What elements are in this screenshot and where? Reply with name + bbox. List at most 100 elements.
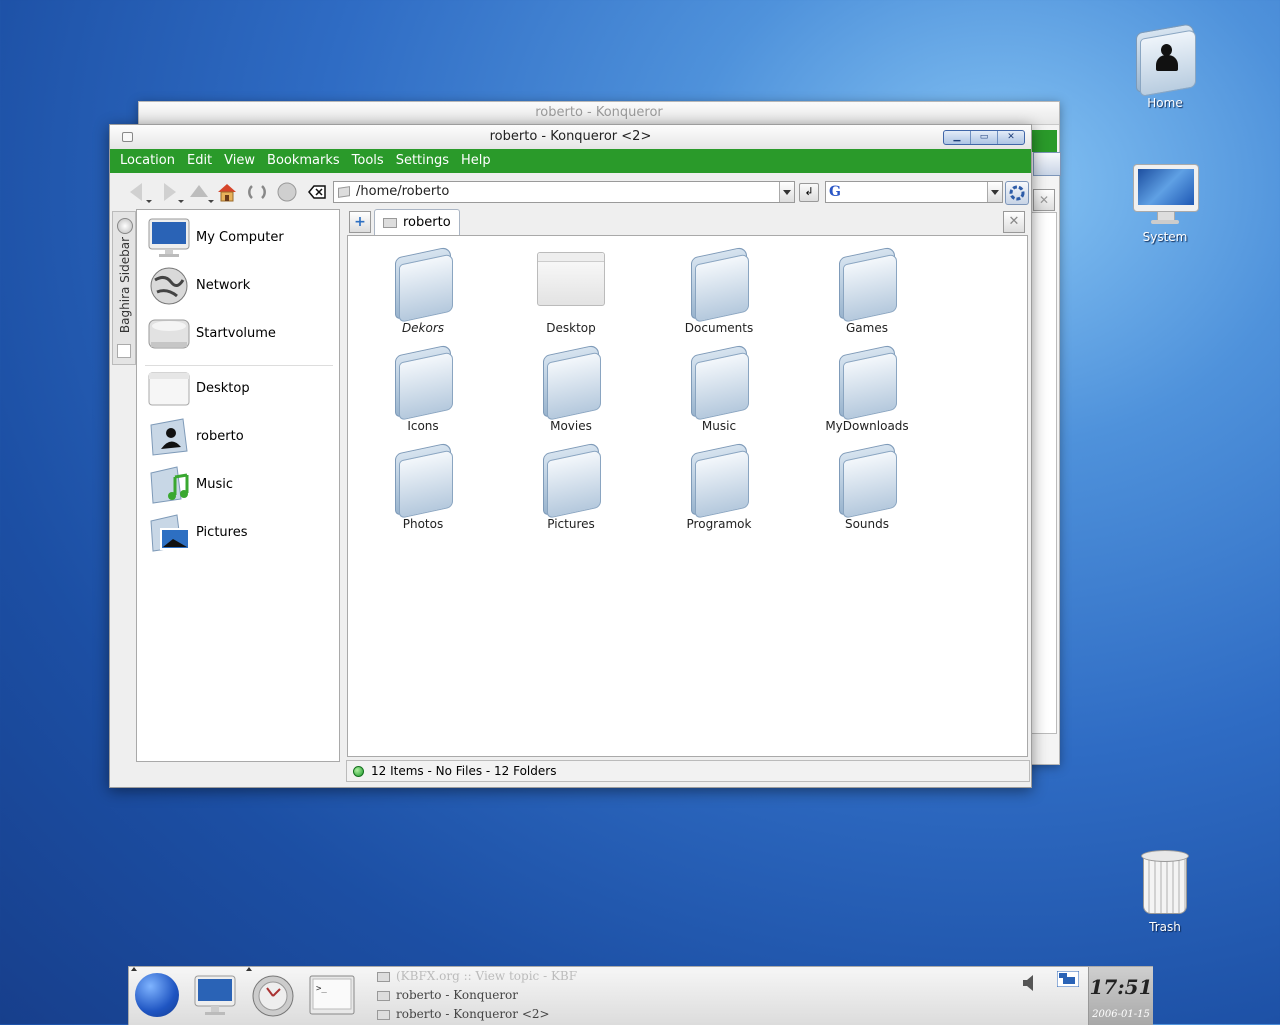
up-button[interactable]: [188, 181, 214, 203]
folder-icon: [539, 344, 603, 421]
window-titlebar[interactable]: roberto - Konqueror <2> ▁ ▭ ✕: [110, 125, 1031, 149]
desktop-window-icon: [147, 369, 191, 409]
computer-icon: [147, 218, 191, 258]
menu-settings[interactable]: Settings: [390, 149, 455, 173]
go-button[interactable]: ↲: [799, 183, 819, 202]
home-button[interactable]: [216, 181, 238, 203]
tab-roberto[interactable]: roberto: [374, 209, 460, 235]
taskbar-arrow-icon: [246, 967, 252, 971]
file-name: Dekors: [401, 321, 445, 335]
window-title: roberto - Konqueror <2>: [489, 129, 652, 144]
sidebar-item-music[interactable]: Music: [145, 463, 335, 507]
taskbar-clock-app-icon[interactable]: [251, 974, 295, 1018]
task-icon: [377, 990, 390, 1001]
sidebar-tab-label: Baghira Sidebar: [118, 236, 132, 334]
file-item[interactable]: Desktop: [511, 242, 631, 336]
sidebar-item-roberto[interactable]: roberto: [145, 415, 335, 459]
sidebar: My Computer Network Startvolume Desktop: [136, 209, 340, 762]
stop-button[interactable]: [276, 181, 298, 203]
folder-icon: [539, 442, 603, 519]
enter-icon: ↲: [804, 185, 814, 198]
file-item[interactable]: Documents: [659, 242, 779, 336]
taskbar-terminal-icon[interactable]: >_: [309, 974, 355, 1018]
status-bar: 12 Items - No Files - 12 Folders: [346, 760, 1030, 782]
task-label: roberto - Konqueror: [396, 988, 519, 1002]
menu-bookmarks[interactable]: Bookmarks: [261, 149, 346, 173]
clock[interactable]: 17:51 2006-01-15: [1088, 967, 1153, 1025]
maximize-icon[interactable]: ▭: [971, 131, 998, 144]
new-tab-icon: +: [354, 214, 366, 230]
taskbar-task[interactable]: roberto - Konqueror <2>: [377, 1007, 550, 1021]
file-name: Icons: [407, 419, 439, 433]
search-engine-icon[interactable]: G: [829, 184, 841, 200]
folder-icon: [391, 246, 455, 323]
reload-button[interactable]: [246, 181, 268, 203]
clock-date: 2006-01-15: [1092, 1009, 1150, 1020]
file-item[interactable]: MyDownloads: [807, 340, 927, 434]
back-button[interactable]: [126, 181, 152, 203]
location-dropdown-button[interactable]: [779, 182, 794, 202]
file-item[interactable]: Pictures: [511, 438, 631, 532]
task-label: (KBFX.org :: View topic - KBF: [396, 969, 578, 983]
content-edge: [1031, 212, 1057, 734]
konqueror-window[interactable]: roberto - Konqueror <2> ▁ ▭ ✕ Location E…: [109, 124, 1032, 788]
desktop-pager-icon[interactable]: [1056, 970, 1080, 988]
menu-location[interactable]: Location: [114, 149, 181, 173]
folder-icon: [835, 246, 899, 323]
sidebar-item-startvolume[interactable]: Startvolume: [145, 312, 335, 356]
taskbar-task[interactable]: (KBFX.org :: View topic - KBF: [377, 969, 577, 983]
file-name: Pictures: [547, 517, 595, 531]
location-page-icon: [338, 186, 350, 198]
sidebar-item-my-computer[interactable]: My Computer: [145, 216, 335, 260]
file-item[interactable]: Sounds: [807, 438, 927, 532]
search-input[interactable]: G: [825, 181, 1003, 203]
menu-help[interactable]: Help: [455, 149, 497, 173]
file-item[interactable]: Games: [807, 242, 927, 336]
tab-bar: + roberto ✕: [347, 209, 1027, 235]
konqueror-throbber[interactable]: [1005, 181, 1029, 205]
file-item[interactable]: Movies: [511, 340, 631, 434]
menu-view[interactable]: View: [218, 149, 261, 173]
file-item[interactable]: Dekors: [363, 242, 483, 336]
close-icon[interactable]: ✕: [998, 131, 1024, 144]
search-dropdown-button[interactable]: [987, 182, 1002, 202]
gear-icon: [1009, 185, 1025, 201]
sidebar-page-icon: [117, 344, 131, 358]
taskbar-task[interactable]: roberto - Konqueror: [377, 988, 518, 1002]
desktop-icon-system[interactable]: System: [1120, 164, 1210, 244]
window-menu-icon[interactable]: [122, 132, 133, 142]
start-menu-button[interactable]: [135, 973, 179, 1017]
sidebar-item-desktop[interactable]: Desktop: [145, 367, 335, 411]
trash-icon: [1141, 850, 1189, 916]
minimize-icon[interactable]: ▁: [944, 131, 971, 144]
clear-location-icon: [308, 185, 326, 199]
folder-icon: [835, 442, 899, 519]
konqueror-icon: [1033, 152, 1061, 176]
file-name: Desktop: [546, 321, 596, 335]
desktop-icon-trash[interactable]: Trash: [1120, 850, 1210, 934]
desktop-icon-label: System: [1142, 230, 1188, 244]
clock-time: 17:51: [1089, 975, 1153, 999]
location-input[interactable]: /home/roberto: [333, 181, 795, 203]
file-item[interactable]: Icons: [363, 340, 483, 434]
file-icon-view[interactable]: Dekors Desktop Documents Games Icons Movies Mu…: [347, 235, 1028, 757]
sidebar-tab[interactable]: Baghira Sidebar: [112, 211, 136, 365]
clear-location-button[interactable]: [306, 181, 328, 203]
task-label: roberto - Konqueror <2>: [396, 1007, 550, 1021]
file-name: Movies: [550, 419, 592, 433]
sidebar-item-network[interactable]: Network: [145, 264, 335, 308]
desktop-icon-home[interactable]: Home: [1120, 22, 1210, 110]
menu-edit[interactable]: Edit: [181, 149, 218, 173]
file-item[interactable]: Photos: [363, 438, 483, 532]
file-item[interactable]: Music: [659, 340, 779, 434]
menu-tools[interactable]: Tools: [346, 149, 390, 173]
file-item[interactable]: Programok: [659, 438, 779, 532]
computer-icon: [1133, 164, 1199, 226]
close-tab-button[interactable]: ✕: [1003, 211, 1025, 233]
forward-button[interactable]: [158, 181, 184, 203]
speaker-icon[interactable]: [1021, 973, 1037, 993]
sidebar-item-pictures[interactable]: Pictures: [145, 511, 335, 555]
new-tab-button[interactable]: +: [349, 211, 371, 233]
window-buttons[interactable]: ▁ ▭ ✕: [943, 130, 1025, 145]
taskbar-computer-icon[interactable]: [193, 974, 237, 1018]
